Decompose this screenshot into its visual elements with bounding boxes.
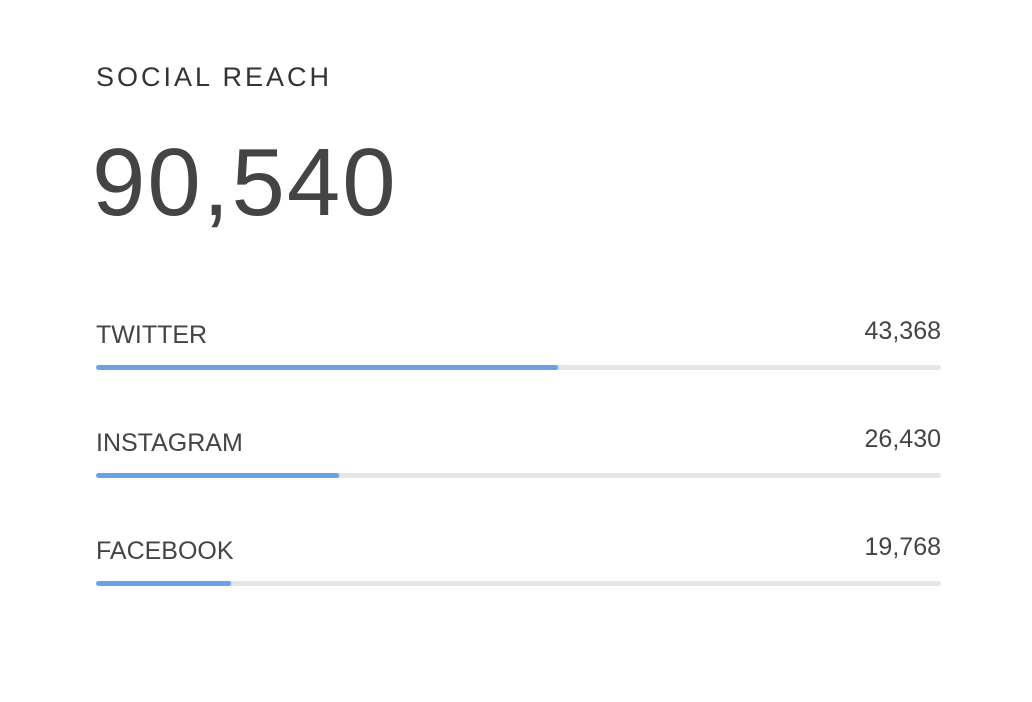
progress-track-twitter [96,365,941,370]
total-reach-value: 90,540 [92,129,398,236]
progress-fill-instagram [96,473,340,478]
progress-fill-twitter [96,365,559,370]
row-value-facebook: 19,768 [864,533,941,561]
reach-row-twitter: TWITTER 43,368 [96,306,941,386]
row-label-facebook: FACEBOOK [96,537,234,565]
progress-track-instagram [96,473,941,478]
progress-track-facebook [96,581,941,586]
row-value-instagram: 26,430 [864,425,941,453]
row-value-twitter: 43,368 [864,317,941,345]
progress-fill-facebook [96,581,232,586]
reach-row-instagram: INSTAGRAM 26,430 [96,414,941,494]
reach-row-facebook: FACEBOOK 19,768 [96,522,941,602]
card-title: SOCIAL REACH [96,62,333,92]
social-reach-card: SOCIAL REACH 90,540 TWITTER 43,368 INSTA… [0,0,1032,702]
row-label-instagram: INSTAGRAM [96,429,243,457]
row-label-twitter: TWITTER [96,321,208,349]
